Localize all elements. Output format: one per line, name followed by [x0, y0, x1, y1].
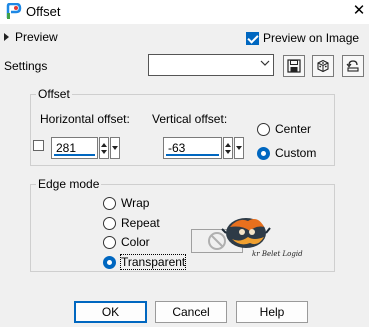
chevron-down-icon	[260, 60, 270, 66]
cancel-button[interactable]: Cancel	[155, 301, 227, 323]
spin-down-icon	[225, 150, 231, 154]
horizontal-offset-value: 281	[56, 141, 77, 155]
spin-up-icon	[101, 143, 107, 147]
offset-mode-center[interactable]: Center	[257, 122, 311, 136]
edge-mode-transparent[interactable]: Transparent	[103, 254, 187, 270]
save-preset-icon	[287, 59, 301, 73]
reset-icon	[346, 60, 359, 72]
transparent-radio[interactable]	[103, 255, 116, 269]
horizontal-offset-dropdown[interactable]	[110, 137, 120, 159]
ok-button[interactable]: OK	[74, 301, 147, 323]
edge-mode-repeat[interactable]: Repeat	[103, 216, 160, 230]
vertical-offset-dropdown[interactable]	[234, 137, 244, 159]
watermark-text: kr Belet Logid	[252, 250, 303, 258]
reset-button[interactable]	[342, 55, 364, 77]
preview-on-image-label: Preview on Image	[263, 31, 360, 45]
color-radio[interactable]	[103, 235, 116, 249]
repeat-label: Repeat	[121, 216, 160, 230]
random-dice-icon	[317, 59, 329, 73]
chevron-down-icon	[112, 146, 118, 150]
settings-dropdown[interactable]	[148, 54, 274, 76]
window-title: Offset	[26, 4, 61, 19]
wrap-radio[interactable]	[103, 196, 116, 210]
close-button[interactable]: ✕	[349, 1, 369, 21]
wrap-label: Wrap	[121, 196, 150, 210]
color-label: Color	[121, 235, 150, 249]
app-logo-icon	[6, 3, 22, 19]
center-label: Center	[275, 122, 312, 136]
preview-label: Preview	[15, 30, 58, 44]
vertical-offset-label: Vertical offset:	[152, 112, 228, 126]
repeat-radio[interactable]	[103, 216, 116, 230]
edge-mode-wrap[interactable]: Wrap	[103, 196, 149, 210]
close-icon: ✕	[352, 2, 366, 19]
help-button[interactable]: Help	[236, 301, 308, 323]
spin-up-icon	[225, 143, 231, 147]
preview-on-image-checkbox[interactable]: Preview on Image	[246, 31, 359, 45]
horizontal-offset-label: Horizontal offset:	[40, 112, 130, 126]
edge-mode-group-title: Edge mode	[36, 177, 102, 191]
preview-toggle[interactable]: Preview	[4, 30, 58, 44]
custom-radio[interactable]	[257, 146, 270, 160]
chevron-down-icon	[236, 146, 242, 150]
horizontal-offset-spinner[interactable]	[99, 137, 109, 159]
offset-group-title: Offset	[36, 87, 72, 101]
vertical-offset-input[interactable]: -63	[163, 137, 222, 159]
edge-mode-color[interactable]: Color	[103, 235, 150, 249]
horizontal-offset-underline	[54, 154, 95, 156]
vertical-offset-underline	[166, 154, 219, 156]
spin-down-icon	[101, 150, 107, 154]
vertical-offset-spinner[interactable]	[223, 137, 233, 159]
save-preset-button[interactable]	[283, 55, 305, 77]
settings-label: Settings	[4, 59, 48, 73]
center-radio[interactable]	[257, 122, 270, 136]
transparent-label: Transparent	[119, 254, 187, 270]
expand-triangle-icon	[4, 33, 9, 41]
custom-label: Custom	[275, 146, 317, 160]
horizontal-offset-input[interactable]: 281	[51, 137, 98, 159]
link-offsets-checkbox[interactable]	[33, 140, 44, 151]
preview-on-image-check[interactable]	[246, 31, 259, 45]
randomize-button[interactable]	[312, 55, 334, 77]
offset-mode-custom[interactable]: Custom	[257, 146, 316, 160]
vertical-offset-value: -63	[168, 141, 186, 155]
